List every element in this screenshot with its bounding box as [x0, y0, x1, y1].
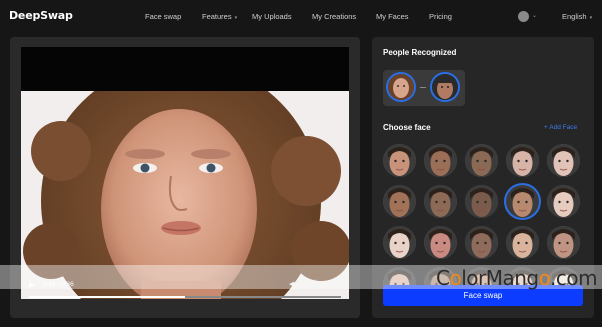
language-select[interactable]: English ▾	[562, 12, 592, 21]
nav-my-faces[interactable]: My Faces	[376, 12, 409, 21]
nav-face-swap[interactable]: Face swap	[145, 12, 181, 21]
face-thumbnail-image	[424, 144, 457, 177]
face-option[interactable]	[424, 185, 457, 218]
face-option[interactable]	[383, 185, 416, 218]
source-face-image	[388, 74, 414, 100]
nav-features-label: Features	[202, 12, 232, 21]
face-option[interactable]	[465, 144, 498, 177]
add-face-link[interactable]: + Add Face	[544, 124, 577, 131]
face-option[interactable]	[465, 185, 498, 218]
face-option[interactable]	[547, 144, 580, 177]
face-thumbnail-image	[383, 226, 416, 259]
watermark-part: C	[436, 266, 450, 290]
chevron-down-icon: ▾	[234, 15, 238, 21]
arrow-divider	[420, 87, 426, 88]
face-thumbnail-image	[383, 144, 416, 177]
watermark-part: Mang	[485, 266, 539, 290]
face-thumbnail-image	[547, 144, 580, 177]
face-option[interactable]	[383, 144, 416, 177]
face-thumbnail-image	[383, 185, 416, 218]
face-thumbnail-image	[424, 185, 457, 218]
watermark-part: .com	[550, 266, 598, 290]
recognized-target-face[interactable]	[432, 74, 458, 100]
watermark-part: lor	[461, 266, 486, 290]
top-navigation-bar: DeepSwap Face swap Features ▾ My Uploads …	[0, 0, 602, 32]
face-thumbnail-image	[465, 185, 498, 218]
user-avatar[interactable]	[518, 11, 529, 22]
face-thumbnail-image	[465, 144, 498, 177]
face-option[interactable]	[506, 144, 539, 177]
watermark-text: ColorMango.com	[436, 266, 598, 290]
face-thumbnail-image	[506, 185, 539, 218]
face-option[interactable]	[506, 226, 539, 259]
people-recognized-title: People Recognized	[383, 48, 457, 57]
chevron-down-icon[interactable]: ⌄	[532, 12, 537, 19]
logo[interactable]: DeepSwap	[9, 9, 73, 22]
face-option[interactable]	[547, 226, 580, 259]
face-thumbnail-image	[465, 226, 498, 259]
recognized-source-face[interactable]	[388, 74, 414, 100]
language-label: English	[562, 12, 587, 21]
watermark-part: o	[449, 266, 462, 290]
target-face-image	[432, 74, 458, 100]
nav-pricing[interactable]: Pricing	[429, 12, 452, 21]
choose-face-title: Choose face	[383, 123, 431, 132]
face-option[interactable]	[424, 144, 457, 177]
face-thumbnail-image	[506, 226, 539, 259]
video-progress-fill	[29, 296, 185, 298]
nav-my-uploads[interactable]: My Uploads	[252, 12, 292, 21]
face-thumbnail-image	[506, 144, 539, 177]
video-progress-bar[interactable]	[29, 296, 341, 298]
face-option[interactable]	[383, 226, 416, 259]
face-option[interactable]	[506, 185, 539, 218]
watermark-part: o	[538, 266, 551, 290]
face-option[interactable]	[465, 226, 498, 259]
chevron-down-icon: ▾	[589, 15, 593, 21]
face-thumbnail-image	[547, 226, 580, 259]
face-option[interactable]	[547, 185, 580, 218]
face-option[interactable]	[424, 226, 457, 259]
face-thumbnail-image	[424, 226, 457, 259]
recognized-pair	[383, 70, 465, 106]
face-thumbnail-image	[547, 185, 580, 218]
nav-features[interactable]: Features ▾	[202, 12, 237, 21]
nav-my-creations[interactable]: My Creations	[312, 12, 356, 21]
